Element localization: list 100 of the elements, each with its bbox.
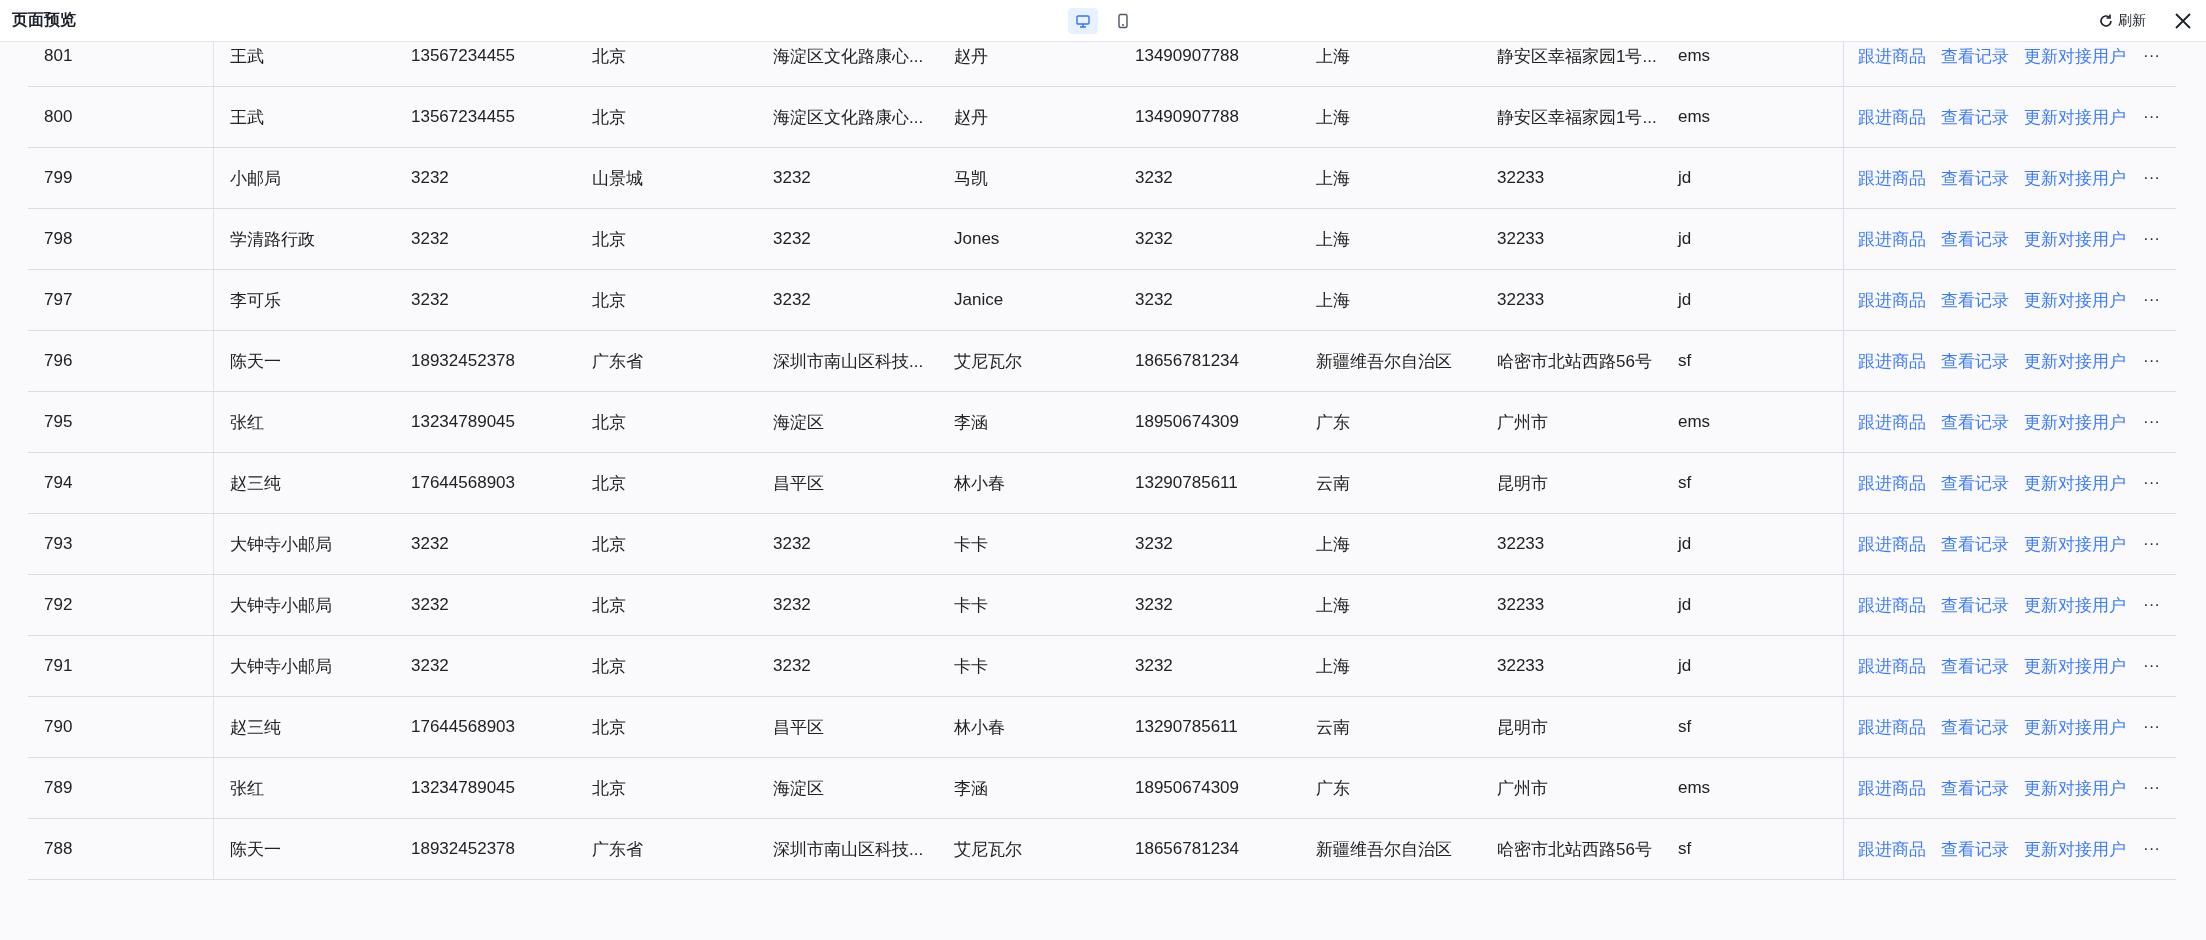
table-cell-text: 艾尼瓦尔 bbox=[953, 350, 1023, 373]
table-cell-text: 上海 bbox=[1315, 594, 1351, 617]
action-link[interactable]: 跟进商品 bbox=[1858, 715, 1926, 739]
action-link[interactable]: 查看记录 bbox=[1941, 288, 2009, 312]
action-link[interactable]: 更新对接用户 bbox=[2024, 715, 2126, 739]
more-button[interactable]: ··· bbox=[2143, 290, 2160, 310]
table-cell: 789 bbox=[28, 758, 214, 818]
table-cell-text: 广东 bbox=[1315, 411, 1351, 434]
action-link[interactable]: 更新对接用户 bbox=[2024, 166, 2126, 190]
action-link[interactable]: 查看记录 bbox=[1941, 776, 2009, 800]
table-cell-text: 3232 bbox=[410, 655, 450, 677]
action-link[interactable]: 更新对接用户 bbox=[2024, 349, 2126, 373]
table-cell: 794 bbox=[28, 453, 214, 513]
action-link[interactable]: 查看记录 bbox=[1941, 532, 2009, 556]
action-link[interactable]: 更新对接用户 bbox=[2024, 227, 2126, 251]
table-cell-text: 艾尼瓦尔 bbox=[953, 838, 1023, 861]
table-cell-text: 李可乐 bbox=[229, 289, 282, 312]
action-link[interactable]: 跟进商品 bbox=[1858, 593, 1926, 617]
table-cell-text: 王武 bbox=[229, 106, 265, 129]
action-link[interactable]: 查看记录 bbox=[1941, 227, 2009, 251]
table-cell-text: 18656781234 bbox=[1134, 350, 1240, 372]
table-cell-text: 3232 bbox=[772, 594, 812, 616]
action-link[interactable]: 查看记录 bbox=[1941, 471, 2009, 495]
more-button[interactable]: ··· bbox=[2143, 595, 2160, 615]
action-link[interactable]: 查看记录 bbox=[1941, 349, 2009, 373]
more-button[interactable]: ··· bbox=[2143, 839, 2160, 859]
action-link[interactable]: 查看记录 bbox=[1941, 410, 2009, 434]
action-link[interactable]: 更新对接用户 bbox=[2024, 776, 2126, 800]
action-link[interactable]: 跟进商品 bbox=[1858, 837, 1926, 861]
action-link[interactable]: 跟进商品 bbox=[1858, 471, 1926, 495]
table-cell-text: 山景城 bbox=[591, 167, 644, 190]
action-link[interactable]: 更新对接用户 bbox=[2024, 654, 2126, 678]
action-link[interactable]: 查看记录 bbox=[1941, 166, 2009, 190]
table-cell-text: 哈密市北站西路56号 bbox=[1496, 838, 1653, 861]
action-link[interactable]: 更新对接用户 bbox=[2024, 410, 2126, 434]
more-button[interactable]: ··· bbox=[2143, 473, 2160, 493]
table-cell-text: 3232 bbox=[772, 167, 812, 189]
desktop-view-button[interactable] bbox=[1068, 7, 1098, 34]
action-link[interactable]: 查看记录 bbox=[1941, 105, 2009, 129]
table-cell: 798 bbox=[28, 209, 214, 269]
table-cell-text: 3232 bbox=[410, 594, 450, 616]
table-cell-text: 北京 bbox=[591, 533, 627, 556]
action-link[interactable]: 查看记录 bbox=[1941, 837, 2009, 861]
action-link[interactable]: 跟进商品 bbox=[1858, 288, 1926, 312]
table-cell-text: ems bbox=[1677, 777, 1712, 799]
more-button[interactable]: ··· bbox=[2143, 717, 2160, 737]
action-link[interactable]: 跟进商品 bbox=[1858, 349, 1926, 373]
action-link[interactable]: 跟进商品 bbox=[1858, 532, 1926, 556]
more-button[interactable]: ··· bbox=[2143, 168, 2160, 188]
table-cell-text: 广东 bbox=[1315, 777, 1351, 800]
more-button[interactable]: ··· bbox=[2143, 351, 2160, 371]
table-cell-text: 北京 bbox=[591, 594, 627, 617]
table-cell-text: 陈天一 bbox=[229, 838, 282, 861]
table-cell-text: 静安区幸福家园1号... bbox=[1496, 106, 1658, 129]
table-cell-text: 3232 bbox=[1134, 655, 1174, 677]
table-cell-text: 3232 bbox=[772, 228, 812, 250]
table-cell-text: Janice bbox=[953, 289, 1005, 311]
more-button[interactable]: ··· bbox=[2143, 46, 2160, 66]
table-cell-text: 32233 bbox=[1496, 594, 1546, 616]
action-link[interactable]: 查看记录 bbox=[1941, 654, 2009, 678]
action-link[interactable]: 跟进商品 bbox=[1858, 166, 1926, 190]
action-link[interactable]: 更新对接用户 bbox=[2024, 532, 2126, 556]
table-cell-text: 小邮局 bbox=[229, 167, 282, 190]
action-link[interactable]: 跟进商品 bbox=[1858, 44, 1926, 68]
table-cell-text: jd bbox=[1676, 533, 1693, 555]
action-link[interactable]: 更新对接用户 bbox=[2024, 288, 2126, 312]
table-cell-text: 李涵 bbox=[953, 777, 989, 800]
action-link[interactable]: 跟进商品 bbox=[1858, 410, 1926, 434]
table-cell-text: 3232 bbox=[772, 289, 812, 311]
action-link[interactable]: 查看记录 bbox=[1941, 715, 2009, 739]
table-cell: 801 bbox=[28, 42, 214, 86]
table-cell-text: ems bbox=[1677, 411, 1712, 433]
action-link[interactable]: 跟进商品 bbox=[1858, 776, 1926, 800]
action-link[interactable]: 更新对接用户 bbox=[2024, 105, 2126, 129]
more-button[interactable]: ··· bbox=[2143, 107, 2160, 127]
action-link[interactable]: 查看记录 bbox=[1941, 593, 2009, 617]
action-link[interactable]: 更新对接用户 bbox=[2024, 44, 2126, 68]
action-link[interactable]: 跟进商品 bbox=[1858, 105, 1926, 129]
table-cell-text: 3232 bbox=[772, 655, 812, 677]
table-cell-text: 赵三纯 bbox=[229, 716, 282, 739]
more-button[interactable]: ··· bbox=[2143, 229, 2160, 249]
refresh-icon bbox=[2098, 12, 2114, 29]
more-button[interactable]: ··· bbox=[2143, 534, 2160, 554]
action-link[interactable]: 更新对接用户 bbox=[2024, 471, 2126, 495]
table-cell-text: 卡卡 bbox=[953, 594, 989, 617]
refresh-button[interactable]: 刷新 bbox=[2094, 9, 2150, 32]
action-link[interactable]: 跟进商品 bbox=[1858, 227, 1926, 251]
table-cell-text: ems bbox=[1677, 106, 1712, 128]
table-cell-text: 北京 bbox=[591, 716, 627, 739]
table-cell-text: 上海 bbox=[1315, 167, 1351, 190]
more-button[interactable]: ··· bbox=[2143, 412, 2160, 432]
action-link[interactable]: 更新对接用户 bbox=[2024, 837, 2126, 861]
action-link[interactable]: 查看记录 bbox=[1941, 44, 2009, 68]
more-button[interactable]: ··· bbox=[2143, 656, 2160, 676]
more-button[interactable]: ··· bbox=[2143, 778, 2160, 798]
action-link[interactable]: 更新对接用户 bbox=[2024, 593, 2126, 617]
action-link[interactable]: 跟进商品 bbox=[1858, 654, 1926, 678]
table-cell-text: 赵丹 bbox=[953, 106, 989, 129]
table-cell-text: 海淀区文化路康心... bbox=[772, 45, 925, 68]
table-cell-text: 13234789045 bbox=[410, 777, 516, 799]
